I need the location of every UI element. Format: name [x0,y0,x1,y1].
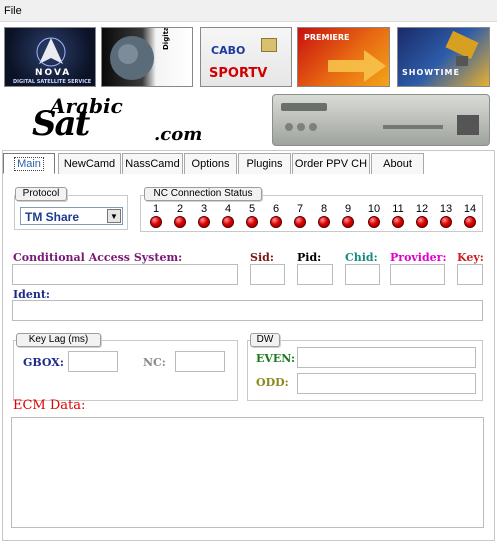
odd-label: ODD: [256,376,289,389]
led-number: 12 [415,203,429,215]
nova-subtext: DIGITAL SATELLITE SERVICE [13,79,92,85]
status-led-icon [174,216,186,228]
tab-newcamd[interactable]: NewCamd [58,153,121,174]
status-led-icon [440,216,452,228]
tab-plugins[interactable]: Plugins [238,153,291,174]
menu-bar: File [0,0,497,22]
showtime-text: SHOWTIME [402,68,460,77]
satellite-icon [445,30,479,66]
cas-field[interactable] [12,264,238,285]
status-led-icon [318,216,330,228]
protocol-title: Protocol [15,187,67,201]
status-led-icon [222,216,234,228]
sid-field[interactable] [250,264,285,285]
tab-options[interactable]: Options [184,153,237,174]
protocol-value: TM Share [25,210,80,224]
banner-card-showtime: SHOWTIME [397,27,490,87]
nc-field[interactable] [175,351,225,372]
receiver-button-icon [309,123,317,131]
led-number: 8 [320,203,328,215]
status-led-icon [246,216,258,228]
even-label: EVEN: [256,352,296,365]
cabo-text: CABO [211,44,246,57]
protocol-select[interactable]: TM Share ▼ [20,207,123,225]
led-number: 11 [392,203,404,215]
receiver-badge [457,115,479,135]
key-label: Key: [457,251,484,264]
menu-file[interactable]: File [4,5,22,17]
receiver-image [272,94,490,146]
digital-rtv-text: Digital RTV [162,27,170,50]
keylag-title: Key Lag (ms) [16,333,101,347]
gbox-field[interactable] [68,351,118,372]
led-number: 13 [439,203,453,215]
led-number: 5 [248,203,256,215]
led-number: 1 [152,203,160,215]
led-number: 7 [296,203,304,215]
pid-label: Pid: [297,251,322,264]
logo-sat: Sat [32,104,90,144]
nova-text: NOVA [35,68,72,78]
pid-field[interactable] [297,264,333,285]
tab-nasscamd[interactable]: NassCamd [122,153,183,174]
ecm-data-label: ECM Data: [13,398,86,413]
gbox-label: GBOX: [23,356,64,369]
nc-label: NC: [143,356,166,369]
tab-main[interactable]: Main [3,153,55,174]
sportv-text: SPORTV [209,66,268,81]
receiver-slot [383,125,443,129]
sim-chip-icon [261,38,277,52]
tab-about[interactable]: About [371,153,424,174]
even-field[interactable] [297,347,476,368]
chid-label: Chid: [345,251,378,264]
led-number: 4 [224,203,232,215]
receiver-display [281,103,327,111]
arrow-icon [328,50,386,82]
ecm-data-area[interactable] [11,417,484,528]
premiere-text: PREMIERE [304,33,350,42]
status-led-icon [198,216,210,228]
banner-card-premiere: PREMIERE [297,27,390,87]
banner: NOVA DIGITAL SATELLITE SERVICE Digital R… [0,22,497,150]
banner-card-digital-rtv: Digital RTV [101,27,193,87]
banner-card-cabo-sportv: CABO SPORTV [200,27,292,87]
status-led-icon [294,216,306,228]
led-number: 10 [367,203,381,215]
status-led-icon [342,216,354,228]
status-led-icon [392,216,404,228]
cas-label: Conditional Access System: [13,251,183,264]
globe-icon [110,36,154,80]
led-number: 9 [344,203,352,215]
ident-field[interactable] [12,300,483,321]
led-number: 6 [272,203,280,215]
receiver-button-icon [297,123,305,131]
nc-status-title: NC Connection Status [144,187,262,201]
provider-field[interactable] [390,264,445,285]
provider-label: Provider: [390,251,447,264]
sid-label: Sid: [250,251,274,264]
led-number: 3 [200,203,208,215]
status-led-icon [464,216,476,228]
led-number: 2 [176,203,184,215]
led-number: 14 [463,203,477,215]
status-led-icon [150,216,162,228]
tab-order-ppv-ch[interactable]: Order PPV CH [292,153,370,174]
arabicsat-logo: Arabic Sat .com [6,94,236,148]
banner-card-nova: NOVA DIGITAL SATELLITE SERVICE [4,27,96,87]
odd-field[interactable] [297,373,476,394]
status-led-icon [416,216,428,228]
dw-title: DW [250,333,280,347]
receiver-button-icon [285,123,293,131]
status-led-icon [270,216,282,228]
chid-field[interactable] [345,264,380,285]
chevron-down-icon[interactable]: ▼ [107,209,121,223]
status-led-icon [368,216,380,228]
logo-domain: .com [154,124,203,145]
key-field[interactable] [457,264,483,285]
